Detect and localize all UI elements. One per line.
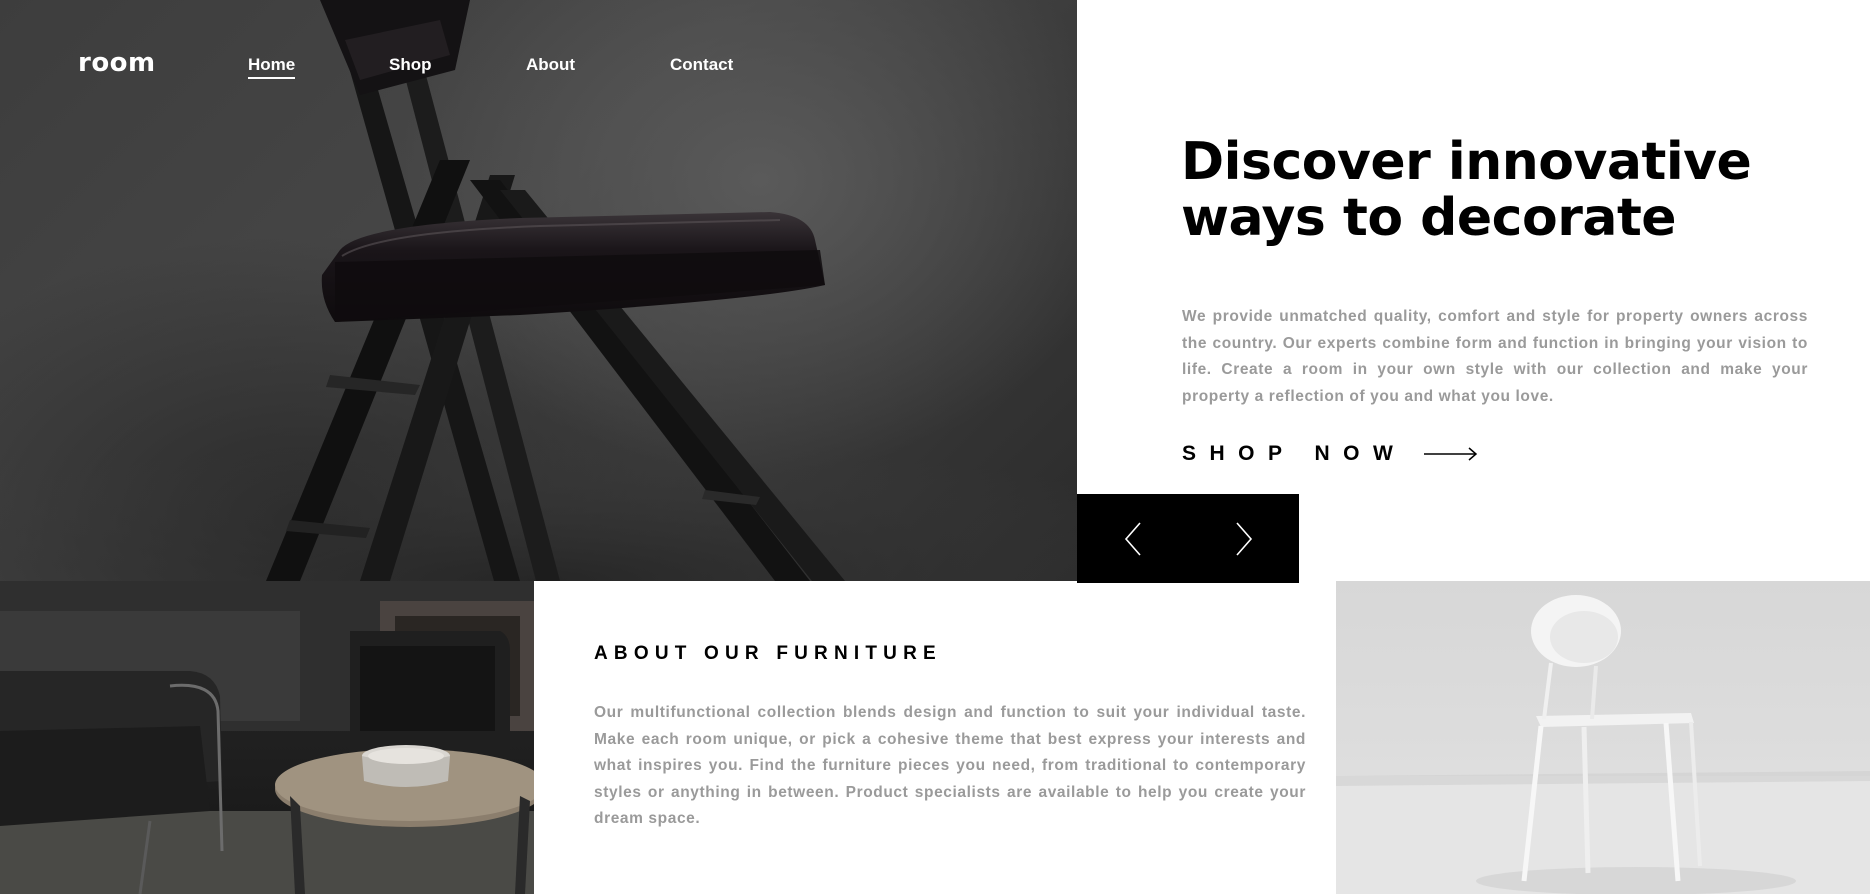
- nav-link-about[interactable]: About: [526, 55, 575, 75]
- hero-image: [0, 0, 1077, 581]
- about-description: Our multifunctional collection blends de…: [594, 704, 1306, 827]
- nav-link-shop[interactable]: Shop: [389, 55, 432, 75]
- about-image-light: [1336, 581, 1870, 894]
- about-title: ABOUT OUR FURNITURE: [594, 643, 942, 664]
- brand-logo[interactable]: room: [78, 48, 156, 78]
- hero-title: Discover innovative ways to decorate: [1181, 132, 1752, 248]
- about-image-dark: [0, 581, 534, 894]
- shop-now-label: SHOP NOW: [1182, 442, 1407, 465]
- chevron-left-icon: [1124, 521, 1141, 556]
- hero-description: We provide unmatched quality, comfort an…: [1182, 308, 1808, 405]
- chevron-right-icon: [1235, 521, 1252, 556]
- dark-living-room-illustration: [0, 581, 534, 894]
- slider-controls: [1077, 494, 1299, 583]
- white-chair-illustration: [1336, 595, 1870, 894]
- nav-link-home[interactable]: Home: [248, 55, 296, 79]
- arrow-right-icon: [1424, 447, 1478, 461]
- slider-prev-button[interactable]: [1077, 494, 1188, 583]
- nav-link-contact[interactable]: Contact: [670, 55, 733, 75]
- folding-chair-illustration: [0, 0, 1077, 581]
- slider-next-button[interactable]: [1188, 494, 1299, 583]
- shop-now-button[interactable]: SHOP NOW: [1182, 441, 1478, 467]
